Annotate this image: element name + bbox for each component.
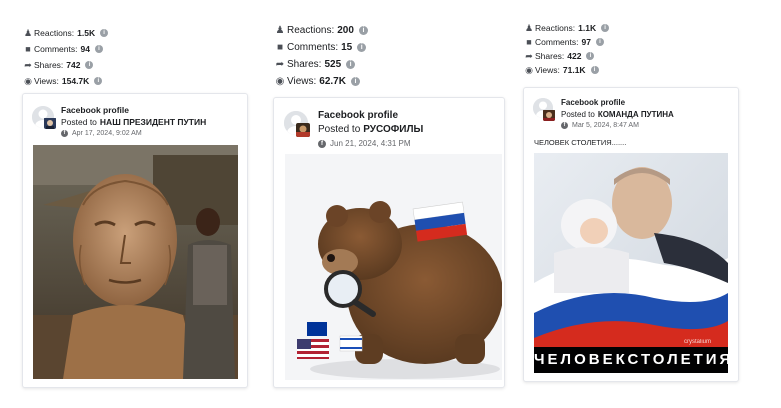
stat-value: 1.1K xyxy=(578,23,597,33)
info-icon[interactable]: i xyxy=(346,60,356,69)
stat-label: Reactions: xyxy=(287,25,335,36)
page-thumbnail[interactable] xyxy=(543,109,555,121)
info-icon[interactable]: i xyxy=(590,66,599,74)
post-stats: ♟ Reactions: 1.1K i ■ Comments: 97 i ➦ S… xyxy=(523,21,610,77)
post-date: f Apr 17, 2024, 9:02 AM xyxy=(61,130,142,137)
globe-icon: f xyxy=(561,122,568,129)
stat-value: 525 xyxy=(324,59,342,70)
stat-value: 422 xyxy=(567,51,582,61)
stat-value: 1.5K xyxy=(77,28,96,38)
page-thumbnail[interactable] xyxy=(44,117,56,129)
post-stats: ♟ Reactions: 1.5K i ■ Comments: 94 i ➦ S… xyxy=(22,25,109,89)
share-icon: ➦ xyxy=(275,59,285,70)
stat-shares: ➦ Shares: 742 i xyxy=(22,57,108,73)
stat-shares: ➦ Shares: 422 i xyxy=(523,49,609,63)
stat-views: ◉ Views: 154.7K i xyxy=(22,73,108,89)
info-icon[interactable]: i xyxy=(94,77,103,85)
posted-prefix: Posted to xyxy=(318,124,361,135)
stat-comments: ■ Comments: 94 i xyxy=(22,41,108,57)
page-name[interactable]: РУСОФИЛЫ xyxy=(363,124,423,135)
stat-reactions: ♟ Reactions: 1.1K i xyxy=(523,21,610,35)
globe-icon: f xyxy=(318,139,326,148)
stat-label: Comments: xyxy=(34,44,78,54)
post-image[interactable]: crystalium ЧЕЛОВЕКСТОЛЕТИЯ xyxy=(534,153,728,373)
reactions-icon: ♟ xyxy=(524,22,534,33)
date-text: Jun 21, 2024, 4:31 PM xyxy=(330,139,411,148)
post-card[interactable]: Facebook profile Posted to КОМАНДА ПУТИН… xyxy=(523,87,739,382)
info-icon[interactable]: i xyxy=(85,61,94,69)
info-icon[interactable]: i xyxy=(586,52,595,60)
eye-icon: ◉ xyxy=(24,75,32,86)
post-image[interactable] xyxy=(285,154,502,380)
stat-value: 97 xyxy=(581,37,591,47)
page-thumbnail[interactable] xyxy=(296,123,310,137)
eye-icon: ◉ xyxy=(525,64,533,75)
stat-label: Views: xyxy=(34,76,59,86)
stat-label: Reactions: xyxy=(34,28,75,38)
stat-value: 742 xyxy=(66,60,81,70)
posted-to-line: Posted to НАШ ПРЕЗИДЕНТ ПУТИН xyxy=(61,117,206,127)
stat-label: Reactions: xyxy=(535,23,576,33)
posted-to-line: Posted to КОМАНДА ПУТИНА xyxy=(561,110,674,119)
post-caption: ЧЕЛОВЕК СТОЛЕТИЯ....... xyxy=(534,138,627,147)
post-card[interactable]: Facebook profile Posted to РУСОФИЛЫ f Ju… xyxy=(273,97,505,388)
stat-label: Views: xyxy=(287,76,317,87)
info-icon[interactable]: i xyxy=(595,38,604,46)
stat-shares: ➦ Shares: 525 i xyxy=(273,56,368,73)
comment-icon: ■ xyxy=(526,37,532,47)
image-overlay-text: ЧЕЛОВЕКСТОЛЕТИЯ xyxy=(534,347,728,373)
date-text: Mar 5, 2024, 8:47 AM xyxy=(572,122,639,129)
page-name[interactable]: НАШ ПРЕЗИДЕНТ ПУТИН xyxy=(100,117,206,127)
info-icon[interactable]: i xyxy=(357,43,367,52)
profile-name[interactable]: Facebook profile xyxy=(318,110,398,121)
post-stats: ♟ Reactions: 200 i ■ Comments: 15 i ➦ Sh… xyxy=(273,22,368,90)
posted-to-line: Posted to РУСОФИЛЫ xyxy=(318,124,423,135)
reactions-icon: ♟ xyxy=(23,27,33,38)
stat-views: ◉ Views: 71.1K i xyxy=(523,63,609,77)
stat-comments: ■ Comments: 97 i xyxy=(523,35,609,49)
date-text: Apr 17, 2024, 9:02 AM xyxy=(72,130,142,137)
stat-label: Shares: xyxy=(287,59,322,70)
info-icon[interactable]: i xyxy=(100,29,109,37)
post-date: f Jun 21, 2024, 4:31 PM xyxy=(318,139,411,148)
share-icon: ➦ xyxy=(24,59,32,70)
globe-icon: f xyxy=(61,130,68,137)
stat-reactions: ♟ Reactions: 1.5K i xyxy=(22,25,109,41)
stat-label: Shares: xyxy=(34,60,64,70)
stat-views: ◉ Views: 62.7K i xyxy=(273,73,368,90)
stat-value: 154.7K xyxy=(61,76,90,86)
stat-label: Shares: xyxy=(535,51,565,61)
share-icon: ➦ xyxy=(525,50,533,61)
stat-value: 15 xyxy=(341,42,353,53)
info-icon[interactable]: i xyxy=(358,26,368,35)
stat-comments: ■ Comments: 15 i xyxy=(273,39,368,56)
profile-name[interactable]: Facebook profile xyxy=(61,105,129,115)
svg-text:crystalium: crystalium xyxy=(684,339,711,345)
post-card[interactable]: Facebook profile Posted to НАШ ПРЕЗИДЕНТ… xyxy=(22,93,248,388)
info-icon[interactable]: i xyxy=(601,24,610,32)
post-date: f Mar 5, 2024, 8:47 AM xyxy=(561,122,639,129)
stat-value: 71.1K xyxy=(562,65,586,75)
posted-prefix: Posted to xyxy=(561,110,595,119)
stat-label: Comments: xyxy=(535,37,579,47)
posted-prefix: Posted to xyxy=(61,117,97,127)
comment-icon: ■ xyxy=(276,42,284,53)
reactions-icon: ♟ xyxy=(275,25,285,36)
info-icon[interactable]: i xyxy=(94,45,103,53)
stat-value: 200 xyxy=(337,25,354,36)
post-image[interactable] xyxy=(33,145,238,379)
stat-label: Views: xyxy=(535,65,560,75)
stat-reactions: ♟ Reactions: 200 i xyxy=(273,22,368,39)
stat-value: 62.7K xyxy=(319,76,346,87)
info-icon[interactable]: i xyxy=(350,77,360,86)
profile-name[interactable]: Facebook profile xyxy=(561,98,625,107)
stat-value: 94 xyxy=(80,44,90,54)
comment-icon: ■ xyxy=(25,44,31,54)
stat-label: Comments: xyxy=(287,42,339,53)
page-name[interactable]: КОМАНДА ПУТИНА xyxy=(598,110,674,119)
eye-icon: ◉ xyxy=(275,76,285,87)
